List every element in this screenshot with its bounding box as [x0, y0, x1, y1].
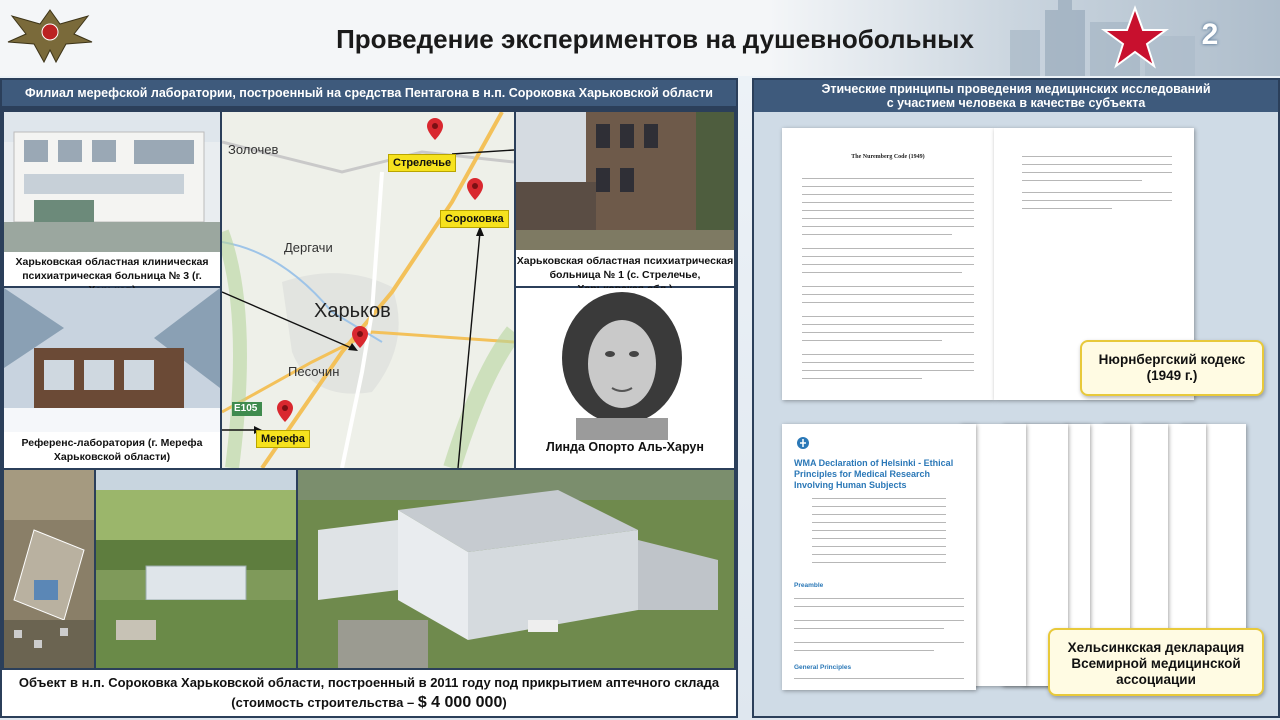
helsinki-doc-front: WMA Declaration of Helsinki - Ethical Pr… — [782, 424, 976, 690]
hospital-1-caption: Харьковская областная психиатрическая бо… — [516, 250, 734, 295]
pin-label-strelechye: Стрелечье — [388, 154, 457, 172]
portrait-caption: Линда Опорто Аль-Харун — [546, 440, 704, 454]
page-title: Проведение экспериментов на душевнобольн… — [336, 24, 974, 54]
slide-number: 2 — [1201, 18, 1219, 51]
road-label-e105: E105 — [234, 403, 258, 414]
facility-caption-line2: (стоимость строительства – $ 4 000 000) — [2, 693, 736, 713]
city-label-pesochin: Песочин — [288, 364, 340, 379]
nuremberg-callout: Нюрнбергский кодекс (1949 г.) — [1080, 340, 1264, 396]
right-heading-line1: Этические принципы проведения медицински… — [821, 82, 1211, 96]
satellite-photo — [4, 470, 94, 668]
hospital-1-photo — [516, 112, 734, 250]
portrait-photo: Линда Опорто Аль-Харун — [516, 288, 734, 468]
reference-lab-caption: Референс-лаборатория (г. Мерефа Харьковс… — [4, 432, 220, 468]
red-star-icon — [1100, 5, 1170, 69]
right-heading-line2: с участием человека в качестве субъекта — [886, 96, 1146, 110]
facility-caption-line1: Объект в н.п. Сороковка Харьковской обла… — [18, 675, 720, 690]
city-label-zolochev: Золочев — [228, 142, 279, 157]
helsinki-preamble-heading: Preamble — [794, 582, 824, 589]
helsinki-general-heading: General Principles — [794, 664, 852, 671]
left-panel-heading: Филиал мерефской лаборатории, построенны… — [2, 80, 736, 106]
cost-value: $ 4 000 000 — [417, 694, 503, 711]
facility-caption: Объект в н.п. Сороковка Харьковской обла… — [2, 670, 736, 716]
nuremberg-doc-page1: The Nuremberg Code (1949) — [782, 128, 994, 400]
reference-lab-photo — [4, 288, 220, 432]
cost-label-prefix: (стоимость строительства – — [231, 695, 415, 710]
pin-label-merefa: Мерефа — [256, 430, 310, 448]
city-label-kharkiv: Харьков — [314, 300, 391, 322]
sorokovka-facility-photo — [298, 470, 734, 668]
helsinki-callout: Хельсинкская декларация Всемирной медици… — [1048, 628, 1264, 696]
cost-label-suffix: ) — [502, 695, 507, 710]
right-panel-heading: Этические принципы проведения медицински… — [754, 80, 1278, 112]
aerial-field-photo — [96, 470, 296, 668]
city-label-dergachi: Дергачи — [284, 240, 333, 255]
helsinki-doc-title: WMA Declaration of Helsinki - Ethical Pr… — [794, 458, 954, 490]
nuremberg-doc-title: The Nuremberg Code (1949) — [851, 154, 925, 160]
wma-logo-icon — [797, 437, 809, 449]
hospital-3-photo — [4, 112, 220, 252]
kharkiv-region-map: Золочев Дергачи Харьков Песочин E105 Стр… — [222, 112, 514, 468]
hospital-3-caption: Харьковская областная клиническая психиа… — [4, 252, 220, 296]
pin-label-sorokovka: Сороковка — [440, 210, 509, 228]
